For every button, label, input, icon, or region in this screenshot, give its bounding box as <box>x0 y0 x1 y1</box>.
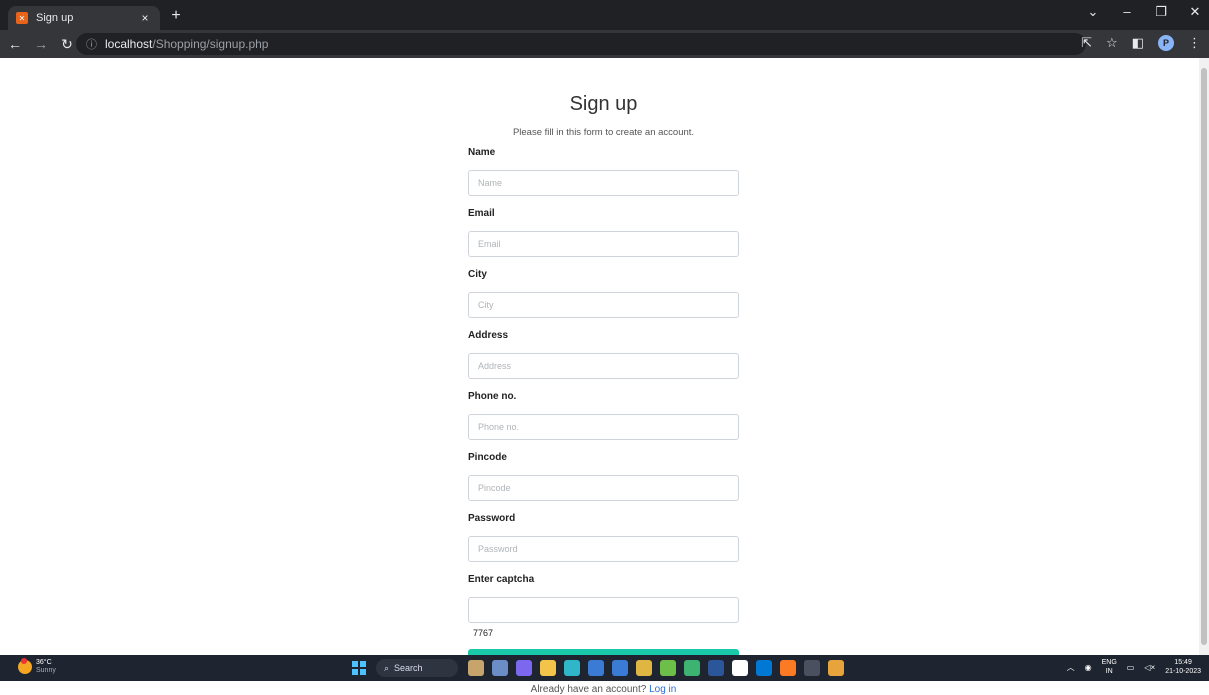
app-icon[interactable] <box>516 660 532 676</box>
captcha-code: 7767 <box>473 628 494 638</box>
url-host: localhost <box>105 37 153 51</box>
enter-captcha-label: Enter captcha <box>468 574 535 585</box>
tab-search-icon[interactable]: ⌄ <box>1085 4 1101 20</box>
display-icon[interactable]: ▭ <box>1127 663 1135 672</box>
window-controls: ⌄ – ❐ ✕ <box>1085 4 1203 20</box>
tab-title: Sign up <box>36 12 74 24</box>
weather-condition: Sunny <box>36 667 56 674</box>
weather-widget[interactable]: 36°C Sunny <box>18 658 56 675</box>
language-code: ENG <box>1101 659 1117 666</box>
folder-icon[interactable] <box>540 660 556 676</box>
xampp-favicon-icon: ✕ <box>16 12 28 24</box>
terminal-icon[interactable] <box>804 660 820 676</box>
xampp-icon[interactable] <box>780 660 796 676</box>
language-indicator[interactable]: ENG IN <box>1102 658 1117 676</box>
minimize-icon[interactable]: – <box>1119 4 1135 20</box>
address-label: Address <box>468 330 509 341</box>
password-input[interactable] <box>468 536 739 562</box>
city-label: City <box>468 269 487 280</box>
search-label: Search <box>394 663 423 673</box>
pincode-label: Pincode <box>468 452 507 463</box>
url-path: /Shopping/signup.php <box>152 37 269 51</box>
form-subtitle: Please fill in this form to create an ac… <box>512 127 695 138</box>
phone-no-label: Phone no. <box>468 391 517 402</box>
system-tray: ︿ ◉ ENG IN ▭ ◁× 15:49 21-10-2023 <box>1067 658 1201 676</box>
app-icon[interactable] <box>612 660 628 676</box>
start-button[interactable] <box>352 661 366 675</box>
browser-tabbar: ✕ Sign up × + ⌄ – ❐ ✕ <box>0 0 1209 30</box>
windows-taskbar: 36°C Sunny ⌕ Search ︿ ◉ ENG IN ▭ ◁× 15:4… <box>0 655 1209 681</box>
app-icon[interactable] <box>588 660 604 676</box>
sun-icon <box>18 658 32 674</box>
edge-icon[interactable] <box>564 660 580 676</box>
scrollbar-thumb[interactable] <box>1201 68 1207 645</box>
tray-app-icon[interactable]: ◉ <box>1085 663 1092 672</box>
enter-captcha-input[interactable] <box>468 597 739 623</box>
share-icon[interactable]: ⇱ <box>1081 35 1092 51</box>
region-code: IN <box>1105 668 1113 675</box>
tray-chevron-icon[interactable]: ︿ <box>1067 662 1075 673</box>
vscode-icon[interactable] <box>756 660 772 676</box>
toolbar-actions: ⇱ ☆ ◧ P ⋮ <box>1081 35 1201 51</box>
clock-time: 15:49 <box>1174 659 1192 666</box>
email-label: Email <box>468 208 495 219</box>
site-info-icon[interactable]: ⓘ <box>86 36 97 52</box>
restore-icon[interactable]: ❐ <box>1153 4 1169 20</box>
back-icon[interactable]: ← <box>4 36 26 52</box>
weather-temp: 36°C <box>36 659 52 666</box>
browser-toolbar: ← → ↻ ⓘ localhost /Shopping/signup.php ⇱… <box>0 30 1209 58</box>
page-title: Sign up <box>569 93 638 115</box>
pinned-apps <box>468 660 844 676</box>
tab-close-icon[interactable]: × <box>138 11 152 25</box>
word-icon[interactable] <box>708 660 724 676</box>
login-prompt-text: Already have an account? <box>530 684 647 695</box>
menu-kebab-icon[interactable]: ⋮ <box>1188 35 1201 51</box>
reload-icon[interactable]: ↻ <box>56 36 78 53</box>
new-tab-button[interactable]: + <box>166 6 186 26</box>
app-icon[interactable] <box>492 660 508 676</box>
login-prompt: Already have an account? Log in <box>468 684 739 695</box>
app-icon[interactable] <box>636 660 652 676</box>
address-bar[interactable]: ⓘ localhost /Shopping/signup.php <box>76 33 1086 55</box>
taskbar-search[interactable]: ⌕ Search <box>376 659 458 677</box>
page-scrollbar[interactable] <box>1199 58 1209 655</box>
app-icon[interactable] <box>684 660 700 676</box>
volume-icon[interactable]: ◁× <box>1144 663 1155 672</box>
browser-tab[interactable]: ✕ Sign up × <box>8 6 160 30</box>
app-icon[interactable] <box>660 660 676 676</box>
clock-date: 21-10-2023 <box>1165 668 1201 675</box>
name-input[interactable] <box>468 170 739 196</box>
bookmark-star-icon[interactable]: ☆ <box>1106 35 1118 51</box>
pincode-input[interactable] <box>468 475 739 501</box>
app-icon[interactable] <box>732 660 748 676</box>
clock[interactable]: 15:49 21-10-2023 <box>1165 658 1201 676</box>
page-content: Sign up Please fill in this form to crea… <box>0 58 1199 695</box>
city-input[interactable] <box>468 292 739 318</box>
name-label: Name <box>468 147 496 158</box>
close-window-icon[interactable]: ✕ <box>1187 4 1203 20</box>
app-icon[interactable] <box>468 660 484 676</box>
forward-icon[interactable]: → <box>30 36 52 52</box>
phone-no-input[interactable] <box>468 414 739 440</box>
password-label: Password <box>468 513 516 524</box>
signup-form: Sign up Please fill in this form to crea… <box>468 58 739 695</box>
address-input[interactable] <box>468 353 739 379</box>
chrome-icon[interactable] <box>828 660 844 676</box>
side-panel-icon[interactable]: ◧ <box>1132 35 1144 51</box>
login-link[interactable]: Log in <box>649 684 676 695</box>
email-input[interactable] <box>468 231 739 257</box>
search-icon: ⌕ <box>384 662 390 673</box>
profile-avatar[interactable]: P <box>1158 35 1174 51</box>
